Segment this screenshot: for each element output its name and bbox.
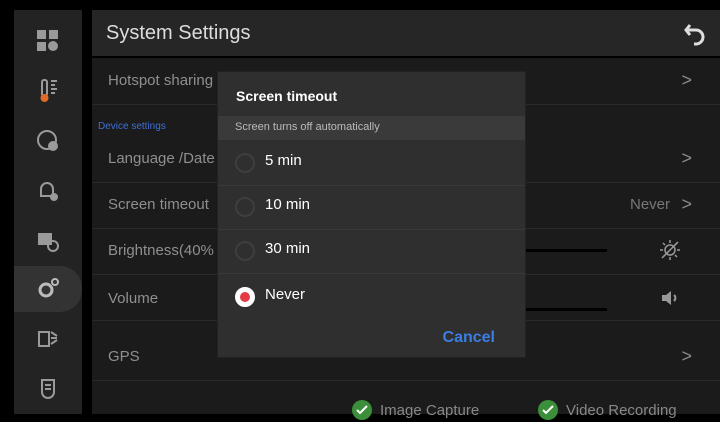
status-image-capture: Image Capture bbox=[352, 398, 479, 422]
radio-button-selected[interactable] bbox=[235, 287, 255, 307]
option-30-min[interactable]: 30 min bbox=[218, 228, 525, 274]
volume-slider[interactable] bbox=[517, 308, 607, 311]
screen-timeout-dialog: Screen timeout Screen turns off automati… bbox=[218, 72, 525, 357]
brightness-icon bbox=[660, 240, 680, 260]
brightness-slider[interactable] bbox=[517, 249, 607, 252]
check-icon bbox=[352, 400, 372, 420]
option-5-min[interactable]: 5 min bbox=[218, 140, 525, 186]
option-never[interactable]: Never bbox=[218, 274, 525, 319]
radio-button[interactable] bbox=[235, 153, 255, 173]
speaker-icon bbox=[662, 291, 677, 305]
temperature-icon[interactable] bbox=[14, 68, 82, 114]
back-arrow-icon[interactable] bbox=[682, 20, 708, 46]
status-video-recording: Video Recording bbox=[538, 398, 677, 422]
report-icon[interactable] bbox=[14, 366, 82, 412]
dialog-subtitle: Screen turns off automatically bbox=[218, 116, 525, 140]
option-10-min[interactable]: 10 min bbox=[218, 184, 525, 230]
chevron-right-icon: > bbox=[681, 70, 692, 90]
cancel-button[interactable]: Cancel bbox=[443, 329, 495, 347]
alert-settings-icon[interactable] bbox=[14, 168, 82, 214]
chevron-right-icon: > bbox=[681, 194, 692, 214]
camera-settings-icon[interactable] bbox=[14, 218, 82, 264]
header: System Settings bbox=[92, 10, 720, 56]
radio-button[interactable] bbox=[235, 197, 255, 217]
section-header: Device settings bbox=[98, 121, 166, 132]
dialog-title: Screen timeout bbox=[236, 88, 338, 104]
page-title: System Settings bbox=[106, 22, 251, 44]
radio-button[interactable] bbox=[235, 241, 255, 261]
check-icon bbox=[538, 400, 558, 420]
chevron-right-icon: > bbox=[681, 148, 692, 168]
settings-profile-icon[interactable] bbox=[14, 118, 82, 164]
dashboard-icon[interactable] bbox=[14, 18, 82, 64]
sidebar bbox=[14, 10, 82, 414]
chevron-right-icon: > bbox=[681, 346, 692, 366]
app-frame: System Settings Hotspot sharing > Device… bbox=[0, 0, 720, 420]
screen-timeout-value: Never bbox=[629, 196, 670, 213]
image-filter-icon[interactable] bbox=[14, 316, 82, 362]
system-gear-icon[interactable] bbox=[14, 266, 82, 312]
